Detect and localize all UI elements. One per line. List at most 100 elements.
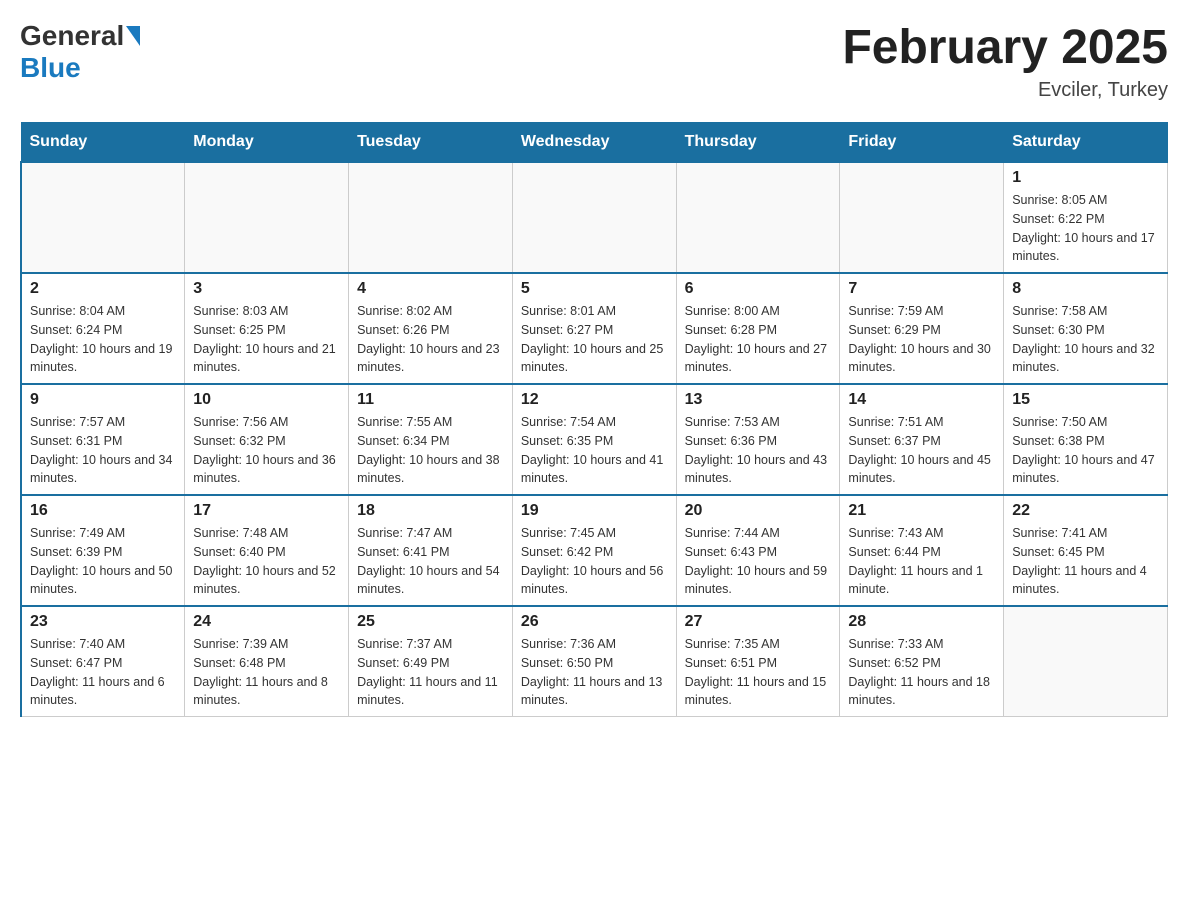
calendar-cell: 6 Sunrise: 8:00 AM Sunset: 6:28 PM Daylig… bbox=[676, 273, 840, 384]
calendar-cell: 8 Sunrise: 7:58 AM Sunset: 6:30 PM Daylig… bbox=[1004, 273, 1168, 384]
calendar-cell: 16 Sunrise: 7:49 AM Sunset: 6:39 PM Dayli… bbox=[21, 495, 185, 606]
calendar-cell: 14 Sunrise: 7:51 AM Sunset: 6:37 PM Dayli… bbox=[840, 384, 1004, 495]
day-info: Sunrise: 7:57 AM Sunset: 6:31 PM Dayligh… bbox=[30, 413, 176, 488]
logo: General Blue bbox=[20, 20, 142, 84]
calendar-cell: 7Sunrise: 7:59 AM Sunset: 6:29 PM Daylig… bbox=[840, 273, 1004, 384]
calendar-cell: 28 Sunrise: 7:33 AM Sunset: 6:52 PM Dayli… bbox=[840, 606, 1004, 717]
week-row-1: 1Sunrise: 8:05 AM Sunset: 6:22 PM Daylig… bbox=[21, 162, 1168, 273]
logo-blue-text: Blue bbox=[20, 52, 81, 83]
calendar-cell: 5 Sunrise: 8:01 AM Sunset: 6:27 PM Daylig… bbox=[512, 273, 676, 384]
page-header: General Blue February 2025 Evciler, Turk… bbox=[20, 20, 1168, 102]
day-info: Sunrise: 7:43 AM Sunset: 6:44 PM Dayligh… bbox=[848, 524, 995, 599]
week-row-4: 16 Sunrise: 7:49 AM Sunset: 6:39 PM Dayli… bbox=[21, 495, 1168, 606]
day-number: 7 bbox=[848, 280, 995, 298]
logo-arrow-icon bbox=[126, 26, 140, 46]
day-number: 3 bbox=[193, 280, 340, 298]
day-info: Sunrise: 7:40 AM Sunset: 6:47 PM Dayligh… bbox=[30, 635, 176, 710]
logo-general-text: General bbox=[20, 20, 124, 52]
day-info: Sunrise: 7:45 AM Sunset: 6:42 PM Dayligh… bbox=[521, 524, 668, 599]
day-number: 26 bbox=[521, 613, 668, 631]
calendar-cell: 23 Sunrise: 7:40 AM Sunset: 6:47 PM Dayli… bbox=[21, 606, 185, 717]
day-info: Sunrise: 7:36 AM Sunset: 6:50 PM Dayligh… bbox=[521, 635, 668, 710]
calendar-cell: 1Sunrise: 8:05 AM Sunset: 6:22 PM Daylig… bbox=[1004, 162, 1168, 273]
location-label: Evciler, Turkey bbox=[842, 79, 1168, 102]
header-monday: Monday bbox=[185, 123, 349, 163]
day-info: Sunrise: 7:53 AM Sunset: 6:36 PM Dayligh… bbox=[685, 413, 832, 488]
day-number: 4 bbox=[357, 280, 504, 298]
calendar-cell: 18Sunrise: 7:47 AM Sunset: 6:41 PM Dayli… bbox=[349, 495, 513, 606]
calendar-cell bbox=[676, 162, 840, 273]
calendar-cell bbox=[21, 162, 185, 273]
day-info: Sunrise: 7:56 AM Sunset: 6:32 PM Dayligh… bbox=[193, 413, 340, 488]
header-tuesday: Tuesday bbox=[349, 123, 513, 163]
calendar-cell: 11 Sunrise: 7:55 AM Sunset: 6:34 PM Dayli… bbox=[349, 384, 513, 495]
day-info: Sunrise: 8:03 AM Sunset: 6:25 PM Dayligh… bbox=[193, 302, 340, 377]
month-title: February 2025 bbox=[842, 20, 1168, 75]
calendar-cell bbox=[185, 162, 349, 273]
day-number: 10 bbox=[193, 391, 340, 409]
day-number: 18 bbox=[357, 502, 504, 520]
day-info: Sunrise: 7:39 AM Sunset: 6:48 PM Dayligh… bbox=[193, 635, 340, 710]
week-row-5: 23 Sunrise: 7:40 AM Sunset: 6:47 PM Dayli… bbox=[21, 606, 1168, 717]
calendar-cell bbox=[840, 162, 1004, 273]
header-wednesday: Wednesday bbox=[512, 123, 676, 163]
day-info: Sunrise: 7:44 AM Sunset: 6:43 PM Dayligh… bbox=[685, 524, 832, 599]
day-info: Sunrise: 8:01 AM Sunset: 6:27 PM Dayligh… bbox=[521, 302, 668, 377]
day-number: 14 bbox=[848, 391, 995, 409]
day-info: Sunrise: 7:51 AM Sunset: 6:37 PM Dayligh… bbox=[848, 413, 995, 488]
calendar-cell bbox=[1004, 606, 1168, 717]
day-info: Sunrise: 7:35 AM Sunset: 6:51 PM Dayligh… bbox=[685, 635, 832, 710]
day-number: 5 bbox=[521, 280, 668, 298]
calendar-cell: 3 Sunrise: 8:03 AM Sunset: 6:25 PM Daylig… bbox=[185, 273, 349, 384]
day-number: 2 bbox=[30, 280, 176, 298]
day-number: 23 bbox=[30, 613, 176, 631]
day-number: 27 bbox=[685, 613, 832, 631]
header-friday: Friday bbox=[840, 123, 1004, 163]
header-sunday: Sunday bbox=[21, 123, 185, 163]
day-info: Sunrise: 8:00 AM Sunset: 6:28 PM Dayligh… bbox=[685, 302, 832, 377]
day-number: 21 bbox=[848, 502, 995, 520]
day-info: Sunrise: 7:41 AM Sunset: 6:45 PM Dayligh… bbox=[1012, 524, 1159, 599]
calendar-cell bbox=[512, 162, 676, 273]
calendar-cell: 15 Sunrise: 7:50 AM Sunset: 6:38 PM Dayli… bbox=[1004, 384, 1168, 495]
day-info: Sunrise: 7:49 AM Sunset: 6:39 PM Dayligh… bbox=[30, 524, 176, 599]
calendar-cell: 2 Sunrise: 8:04 AM Sunset: 6:24 PM Daylig… bbox=[21, 273, 185, 384]
calendar-cell: 19Sunrise: 7:45 AM Sunset: 6:42 PM Dayli… bbox=[512, 495, 676, 606]
calendar-cell: 17 Sunrise: 7:48 AM Sunset: 6:40 PM Dayli… bbox=[185, 495, 349, 606]
day-number: 1 bbox=[1012, 169, 1159, 187]
calendar-cell: 9 Sunrise: 7:57 AM Sunset: 6:31 PM Daylig… bbox=[21, 384, 185, 495]
day-number: 17 bbox=[193, 502, 340, 520]
day-info: Sunrise: 7:33 AM Sunset: 6:52 PM Dayligh… bbox=[848, 635, 995, 710]
title-area: February 2025 Evciler, Turkey bbox=[842, 20, 1168, 102]
day-number: 9 bbox=[30, 391, 176, 409]
calendar-cell: 26 Sunrise: 7:36 AM Sunset: 6:50 PM Dayli… bbox=[512, 606, 676, 717]
day-number: 13 bbox=[685, 391, 832, 409]
calendar-cell bbox=[349, 162, 513, 273]
calendar-table: Sunday Monday Tuesday Wednesday Thursday… bbox=[20, 122, 1168, 717]
day-info: Sunrise: 7:48 AM Sunset: 6:40 PM Dayligh… bbox=[193, 524, 340, 599]
day-number: 22 bbox=[1012, 502, 1159, 520]
day-number: 28 bbox=[848, 613, 995, 631]
day-number: 16 bbox=[30, 502, 176, 520]
day-number: 11 bbox=[357, 391, 504, 409]
calendar-cell: 12Sunrise: 7:54 AM Sunset: 6:35 PM Dayli… bbox=[512, 384, 676, 495]
header-thursday: Thursday bbox=[676, 123, 840, 163]
weekday-header-row: Sunday Monday Tuesday Wednesday Thursday… bbox=[21, 123, 1168, 163]
day-number: 8 bbox=[1012, 280, 1159, 298]
day-info: Sunrise: 8:04 AM Sunset: 6:24 PM Dayligh… bbox=[30, 302, 176, 377]
week-row-2: 2 Sunrise: 8:04 AM Sunset: 6:24 PM Daylig… bbox=[21, 273, 1168, 384]
calendar-cell: 27 Sunrise: 7:35 AM Sunset: 6:51 PM Dayli… bbox=[676, 606, 840, 717]
day-info: Sunrise: 7:55 AM Sunset: 6:34 PM Dayligh… bbox=[357, 413, 504, 488]
day-number: 20 bbox=[685, 502, 832, 520]
day-info: Sunrise: 7:50 AM Sunset: 6:38 PM Dayligh… bbox=[1012, 413, 1159, 488]
day-info: Sunrise: 8:02 AM Sunset: 6:26 PM Dayligh… bbox=[357, 302, 504, 377]
calendar-cell: 4 Sunrise: 8:02 AM Sunset: 6:26 PM Daylig… bbox=[349, 273, 513, 384]
day-number: 6 bbox=[685, 280, 832, 298]
calendar-cell: 10 Sunrise: 7:56 AM Sunset: 6:32 PM Dayli… bbox=[185, 384, 349, 495]
day-number: 25 bbox=[357, 613, 504, 631]
calendar-cell: 20 Sunrise: 7:44 AM Sunset: 6:43 PM Dayli… bbox=[676, 495, 840, 606]
header-saturday: Saturday bbox=[1004, 123, 1168, 163]
day-info: Sunrise: 7:58 AM Sunset: 6:30 PM Dayligh… bbox=[1012, 302, 1159, 377]
day-number: 24 bbox=[193, 613, 340, 631]
day-number: 15 bbox=[1012, 391, 1159, 409]
